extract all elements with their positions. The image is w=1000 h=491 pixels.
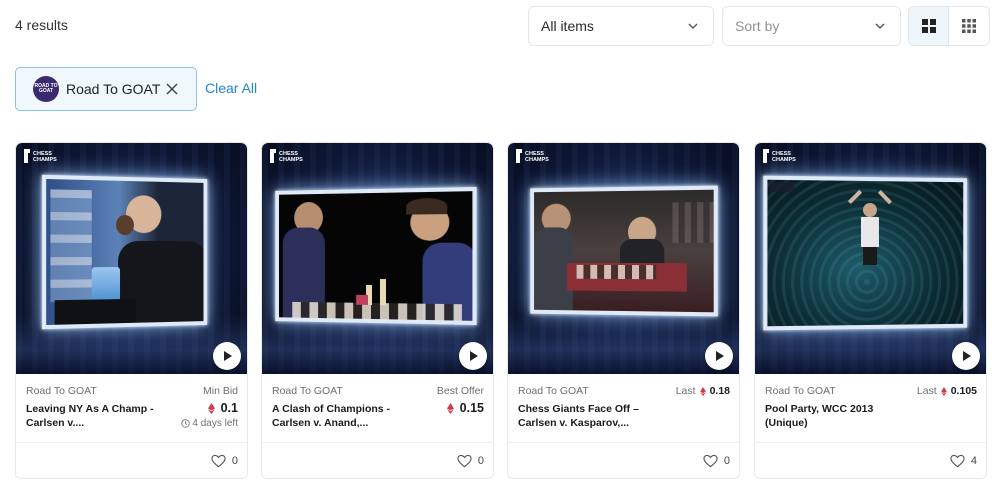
eth-icon	[940, 386, 947, 396]
price: 0.1	[207, 401, 238, 415]
svg-text:CHAMPS: CHAMPS	[772, 157, 796, 163]
eth-icon	[207, 402, 215, 414]
nft-card[interactable]: CHESS CHAMPS Road To GOAT Leaving NY As …	[15, 142, 248, 479]
chevron-down-icon	[875, 23, 885, 29]
card-info: Road To GOAT A Clash of Champions - Carl…	[262, 374, 493, 442]
collection-logo: ROAD TO GOAT	[33, 76, 59, 102]
toolbar: 4 results All items Sort by	[0, 0, 1000, 52]
chess-champs-logo: CHESS CHAMPS	[516, 149, 549, 163]
play-icon	[470, 351, 478, 361]
card-info: Road To GOAT Chess Giants Face Off – Car…	[508, 374, 739, 442]
card-image[interactable]: CHESS CHAMPS	[262, 143, 493, 374]
price-value: 0.1	[220, 401, 238, 415]
nft-card[interactable]: CHESS CHAMPS Road To GOAT A Clash of Cha…	[261, 142, 494, 479]
nft-title[interactable]: Leaving NY As A Champ - Carlsen v....	[26, 402, 156, 430]
items-filter-dropdown[interactable]: All items	[528, 6, 714, 46]
play-button[interactable]	[952, 342, 980, 370]
heart-icon	[950, 454, 965, 468]
auction-time-left: 4 days left	[181, 418, 238, 429]
chess-champs-logo: CHESS CHAMPS	[763, 149, 796, 163]
like-button[interactable]: 4	[950, 454, 977, 468]
price: 0.15	[446, 401, 484, 415]
svg-text:CHAMPS: CHAMPS	[525, 157, 549, 163]
card-image[interactable]: CHESS CHAMPS	[16, 143, 247, 374]
like-button[interactable]: 0	[457, 454, 484, 468]
chess-champs-logo: CHESS CHAMPS	[270, 149, 303, 163]
card-footer: 0	[16, 442, 247, 478]
photo-frame	[41, 174, 208, 330]
grid-large-view-button[interactable]	[909, 7, 950, 45]
like-count: 0	[477, 455, 484, 467]
photo-frame	[763, 175, 968, 331]
chess-champs-logo: CHESS CHAMPS	[24, 149, 57, 163]
card-image[interactable]: CHESS CHAMPS	[508, 143, 739, 374]
price-label: Last	[675, 385, 696, 397]
play-button[interactable]	[705, 342, 733, 370]
last-sale: Last 0.105	[917, 385, 977, 397]
filter-chip-road-to-goat[interactable]: ROAD TO GOAT Road To GOAT	[15, 67, 197, 111]
clear-all-link[interactable]: Clear All	[205, 80, 257, 96]
items-filter-value: All items	[541, 18, 594, 34]
photo-frame	[275, 186, 477, 326]
price-label: Best Offer	[436, 385, 484, 397]
sort-placeholder: Sort by	[735, 18, 780, 34]
nft-card[interactable]: CHESS CHAMPS Road To GOAT Chess Giants F…	[507, 142, 740, 479]
chevron-down-icon	[688, 23, 698, 29]
price-label: Last	[916, 385, 937, 397]
card-info: Road To GOAT Leaving NY As A Champ - Car…	[16, 374, 247, 442]
play-icon	[716, 351, 724, 361]
nft-title[interactable]: A Clash of Champions - Carlsen v. Anand,…	[272, 402, 402, 430]
price-label: Min Bid	[202, 385, 238, 397]
play-icon	[963, 351, 971, 361]
price-value: 0.15	[459, 401, 484, 415]
sort-dropdown[interactable]: Sort by	[722, 6, 901, 46]
grid-small-icon	[962, 19, 976, 33]
price-value: 0.105	[950, 385, 977, 397]
price-value: 0.18	[709, 385, 730, 397]
nft-title[interactable]: Chess Giants Face Off – Carlsen v. Kaspa…	[518, 402, 648, 430]
like-button[interactable]: 0	[703, 454, 730, 468]
play-button[interactable]	[459, 342, 487, 370]
play-button[interactable]	[213, 342, 241, 370]
card-footer: 4	[755, 442, 986, 478]
eth-icon	[699, 386, 706, 396]
close-icon[interactable]	[164, 81, 180, 97]
heart-icon	[211, 454, 226, 468]
heart-icon	[703, 454, 718, 468]
photo-frame	[530, 185, 718, 317]
view-mode-toggle	[908, 6, 990, 46]
card-footer: 0	[508, 442, 739, 478]
heart-icon	[457, 454, 472, 468]
like-count: 4	[970, 455, 977, 467]
eth-icon	[446, 402, 454, 414]
svg-text:CHAMPS: CHAMPS	[33, 157, 57, 163]
grid-small-view-button[interactable]	[949, 7, 989, 45]
play-icon	[224, 351, 232, 361]
card-image[interactable]: CHESS CHAMPS	[755, 143, 986, 374]
clock-icon	[181, 419, 191, 428]
last-sale: Last 0.18	[676, 385, 730, 397]
like-count: 0	[231, 455, 238, 467]
card-info: Road To GOAT Pool Party, WCC 2013 (Uniqu…	[755, 374, 986, 442]
results-count: 4 results	[15, 17, 68, 33]
svg-text:CHAMPS: CHAMPS	[279, 157, 303, 163]
nft-title[interactable]: Pool Party, WCC 2013 (Unique)	[765, 402, 895, 430]
like-button[interactable]: 0	[211, 454, 238, 468]
card-footer: 0	[262, 442, 493, 478]
like-count: 0	[723, 455, 730, 467]
grid-large-icon	[921, 19, 936, 33]
nft-card[interactable]: CHESS CHAMPS Road To GOAT Pool Party, WC…	[754, 142, 987, 479]
filter-chip-label: Road To GOAT	[66, 81, 161, 97]
